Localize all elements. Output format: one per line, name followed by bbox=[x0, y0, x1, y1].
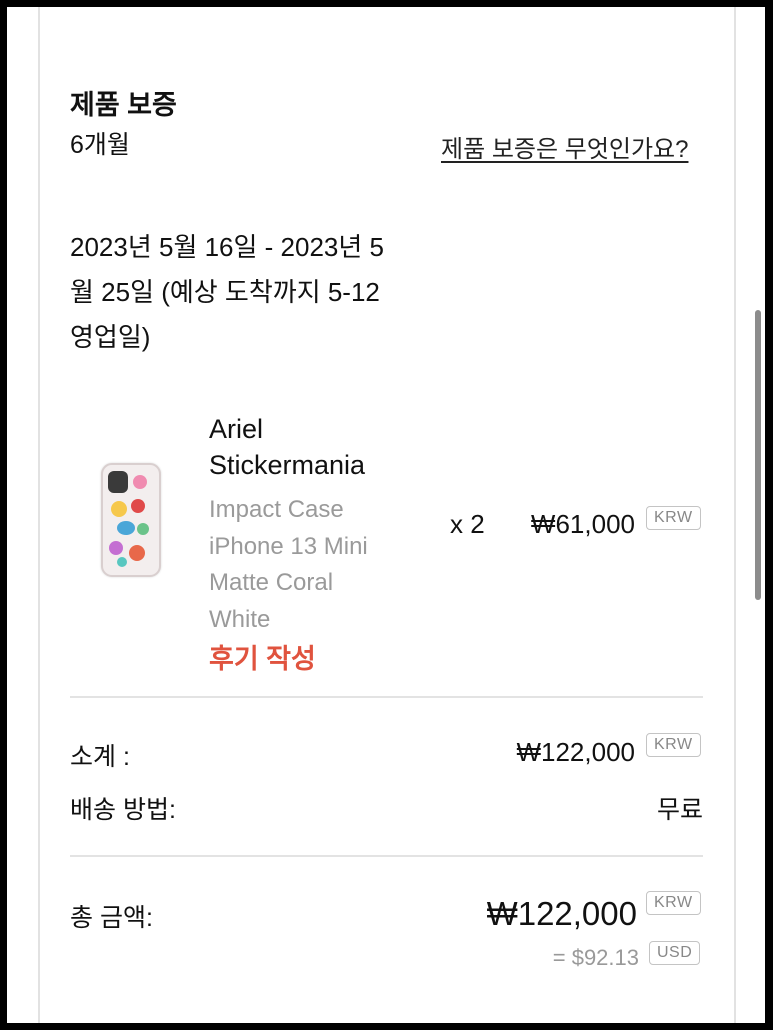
product-thumbnail[interactable] bbox=[101, 463, 161, 577]
warranty-title: 제품 보증 bbox=[70, 90, 177, 120]
subtotal-value: ₩122,000 bbox=[516, 737, 635, 767]
warranty-duration: 6개월 bbox=[70, 131, 130, 159]
sticker-decoration bbox=[131, 499, 145, 513]
total-label: 총 금액: bbox=[70, 904, 153, 932]
panel-left-border bbox=[38, 7, 40, 1023]
item-quantity: x 2 bbox=[450, 509, 485, 539]
write-review-link[interactable]: 후기 작성 bbox=[209, 637, 316, 676]
scrollbar-thumb[interactable] bbox=[755, 310, 761, 600]
currency-badge: KRW bbox=[646, 891, 701, 915]
sticker-decoration bbox=[109, 541, 123, 555]
warranty-info-link[interactable]: 제품 보증은 무엇인가요? bbox=[441, 129, 688, 164]
shipping-method-value: 무료 bbox=[656, 796, 703, 824]
delivery-estimate: 2023년 5월 16일 - 2023년 5월 25일 (예상 도착까지 5-1… bbox=[70, 232, 384, 352]
item-unit-price: ₩61,000 bbox=[530, 509, 635, 539]
variant-line: Matte Coral bbox=[209, 569, 334, 596]
total-value: ₩122,000 bbox=[486, 895, 637, 932]
subtotal-label: 소계 : bbox=[70, 743, 130, 771]
sticker-decoration bbox=[133, 475, 147, 489]
order-summary-panel: 제품 보증 6개월 제품 보증은 무엇인가요? 2023년 5월 16일 - 2… bbox=[7, 7, 765, 1023]
converted-total: = $92.13 bbox=[552, 945, 639, 970]
product-name[interactable]: Ariel Stickermania bbox=[209, 411, 409, 483]
shipping-method-label: 배송 방법: bbox=[70, 796, 176, 824]
product-variant: Impact Case iPhone 13 Mini Matte Coral W… bbox=[209, 492, 368, 638]
sticker-decoration bbox=[137, 523, 149, 535]
currency-badge: USD bbox=[649, 941, 701, 965]
camera-module-icon bbox=[108, 471, 128, 493]
sticker-decoration bbox=[117, 521, 135, 535]
sticker-decoration bbox=[117, 557, 127, 567]
currency-badge: KRW bbox=[646, 506, 701, 530]
currency-badge: KRW bbox=[646, 733, 701, 757]
sticker-decoration bbox=[129, 545, 145, 561]
divider bbox=[70, 855, 703, 857]
divider bbox=[70, 696, 703, 698]
variant-line: Impact Case bbox=[209, 496, 344, 523]
panel-right-border bbox=[734, 7, 736, 1023]
variant-line: White bbox=[209, 605, 271, 633]
sticker-decoration bbox=[111, 501, 127, 517]
variant-line: iPhone 13 Mini bbox=[209, 532, 368, 560]
